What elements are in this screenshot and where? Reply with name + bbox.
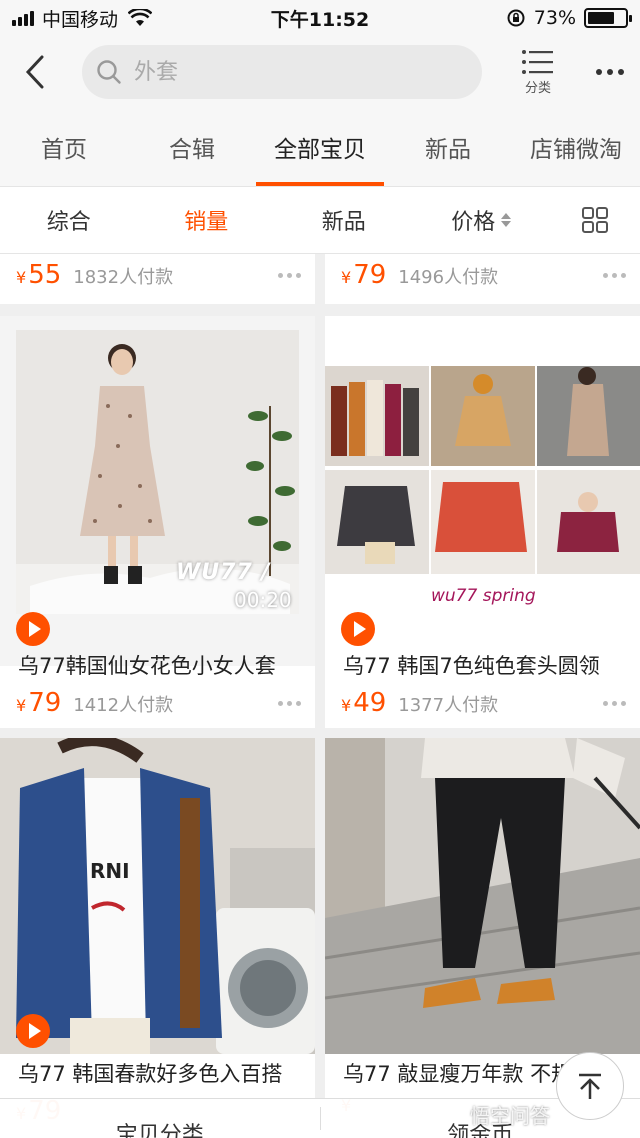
play-video-icon[interactable]	[16, 1014, 50, 1048]
search-bar[interactable]	[82, 45, 482, 99]
sort-comprehensive-label: 综合	[46, 210, 91, 235]
price-line: ¥ 49 1377人付款	[341, 688, 626, 718]
product-price: 49	[353, 688, 387, 718]
sort-comprehensive[interactable]: 综合	[0, 204, 138, 236]
currency-symbol: ¥	[16, 696, 27, 715]
grid-view-icon	[582, 207, 608, 233]
product-image[interactable]: RNI	[0, 738, 315, 1054]
more-options-icon[interactable]	[603, 272, 626, 278]
currency-symbol: ¥	[341, 268, 352, 287]
more-options-icon[interactable]	[603, 700, 626, 706]
more-button[interactable]	[590, 69, 630, 75]
product-price: 79	[353, 260, 387, 290]
nav-bar: 分类	[0, 36, 640, 108]
product-card[interactable]: ¥ 55 1832人付款	[0, 254, 315, 304]
signal-icon	[12, 10, 34, 26]
sort-price[interactable]: 价格	[413, 204, 551, 236]
tab-new[interactable]: 新品	[384, 108, 512, 186]
more-options-icon[interactable]	[278, 700, 301, 706]
product-title[interactable]: 乌77 韩国7色纯色套头圆领	[343, 650, 628, 680]
sort-price-label: 价格	[451, 210, 496, 235]
play-video-icon[interactable]	[341, 612, 375, 646]
sold-count: 1832人付款	[73, 267, 174, 288]
watermark-text: 悟空问答	[470, 1104, 550, 1128]
arrow-up-icon	[579, 1073, 601, 1099]
product-title[interactable]: 乌77 韩国春款好多色入百搭	[18, 1058, 303, 1088]
product-title[interactable]: 乌77韩国仙女花色小女人套	[18, 650, 303, 680]
currency-symbol: ¥	[16, 268, 27, 287]
shop-tabs: 首页 合辑 全部宝贝 新品 店铺微淘	[0, 108, 640, 186]
product-image[interactable]: wu77 spring	[325, 316, 640, 666]
layout-toggle-button[interactable]	[550, 206, 640, 234]
sweater-collage-photo	[325, 366, 640, 574]
chevron-left-icon	[25, 55, 44, 89]
play-video-icon[interactable]	[16, 612, 50, 646]
product-image[interactable]: WU77 / 00:20	[0, 316, 315, 666]
status-bar: 中国移动 下午11:52 73%	[0, 0, 640, 36]
battery-level	[588, 12, 615, 24]
sort-sales[interactable]: 销量	[138, 204, 276, 236]
rotation-lock-icon	[507, 9, 525, 27]
image-caption: wu77 spring	[431, 586, 536, 606]
video-overlay-brand: WU77 /	[176, 560, 271, 585]
app-screen: 中国移动 下午11:52 73% 外套 分类 首页 合辑 全部宝贝 新品 店铺微…	[0, 0, 640, 1138]
dress-photo	[16, 330, 299, 614]
product-image[interactable]	[325, 738, 640, 1054]
sold-count: 1412人付款	[73, 695, 174, 716]
back-button[interactable]	[0, 36, 70, 108]
product-grid: ¥ 55 1832人付款 ¥ 79 1496人付款 WU77 / 00:20 乌…	[0, 254, 640, 1138]
tab-home[interactable]: 首页	[0, 108, 128, 186]
search-input[interactable]	[134, 59, 454, 85]
product-card[interactable]: WU77 / 00:20 乌77韩国仙女花色小女人套 ¥ 79 1412人付款	[0, 316, 315, 728]
currency-symbol: ¥	[341, 696, 352, 715]
sort-bar: 综合 销量 新品 价格	[0, 186, 640, 254]
item-categories-label: 宝贝分类	[115, 1123, 204, 1138]
product-card[interactable]: RNI 乌77 韩国春款好多色入百搭 ¥ 79	[0, 738, 315, 1138]
category-label: 分类	[524, 80, 551, 96]
price-line: ¥ 79 1412人付款	[16, 688, 301, 718]
product-price: 55	[28, 260, 62, 290]
sort-new-label: 新品	[321, 210, 366, 235]
carrier-name: 中国移动	[42, 8, 119, 31]
product-card[interactable]: ¥ 79 1496人付款	[325, 254, 640, 304]
tab-all-items[interactable]: 全部宝贝	[256, 108, 384, 186]
trousers-photo	[325, 738, 640, 1054]
product-card[interactable]: wu77 spring 乌77 韩国7色纯色套头圆领 ¥ 49 1377人付款	[325, 316, 640, 728]
tab-collections[interactable]: 合辑	[128, 108, 256, 186]
shirt-print-text: RNI	[90, 859, 130, 883]
sort-arrows-icon	[501, 213, 512, 227]
back-to-top-button[interactable]	[556, 1052, 624, 1120]
search-icon	[97, 60, 121, 84]
item-categories-button[interactable]: 宝贝分类	[0, 1099, 320, 1138]
price-line: ¥ 55 1832人付款	[16, 260, 301, 290]
list-icon	[522, 49, 553, 74]
tab-shop-feed[interactable]: 店铺微淘	[512, 108, 640, 186]
more-dots-icon	[596, 69, 602, 75]
sold-count: 1496人付款	[398, 267, 499, 288]
battery-percent: 73%	[533, 7, 576, 29]
video-duration: 00:20	[234, 588, 292, 612]
sort-new[interactable]: 新品	[275, 204, 413, 236]
wifi-icon	[128, 9, 153, 26]
more-options-icon[interactable]	[278, 272, 301, 278]
sort-sales-label: 销量	[184, 210, 229, 235]
category-button[interactable]: 分类	[516, 49, 560, 96]
battery-icon	[584, 8, 632, 28]
product-price: 79	[28, 688, 62, 718]
cardigan-photo: RNI	[0, 738, 315, 1054]
price-line: ¥ 79 1496人付款	[341, 260, 626, 290]
sold-count: 1377人付款	[398, 695, 499, 716]
